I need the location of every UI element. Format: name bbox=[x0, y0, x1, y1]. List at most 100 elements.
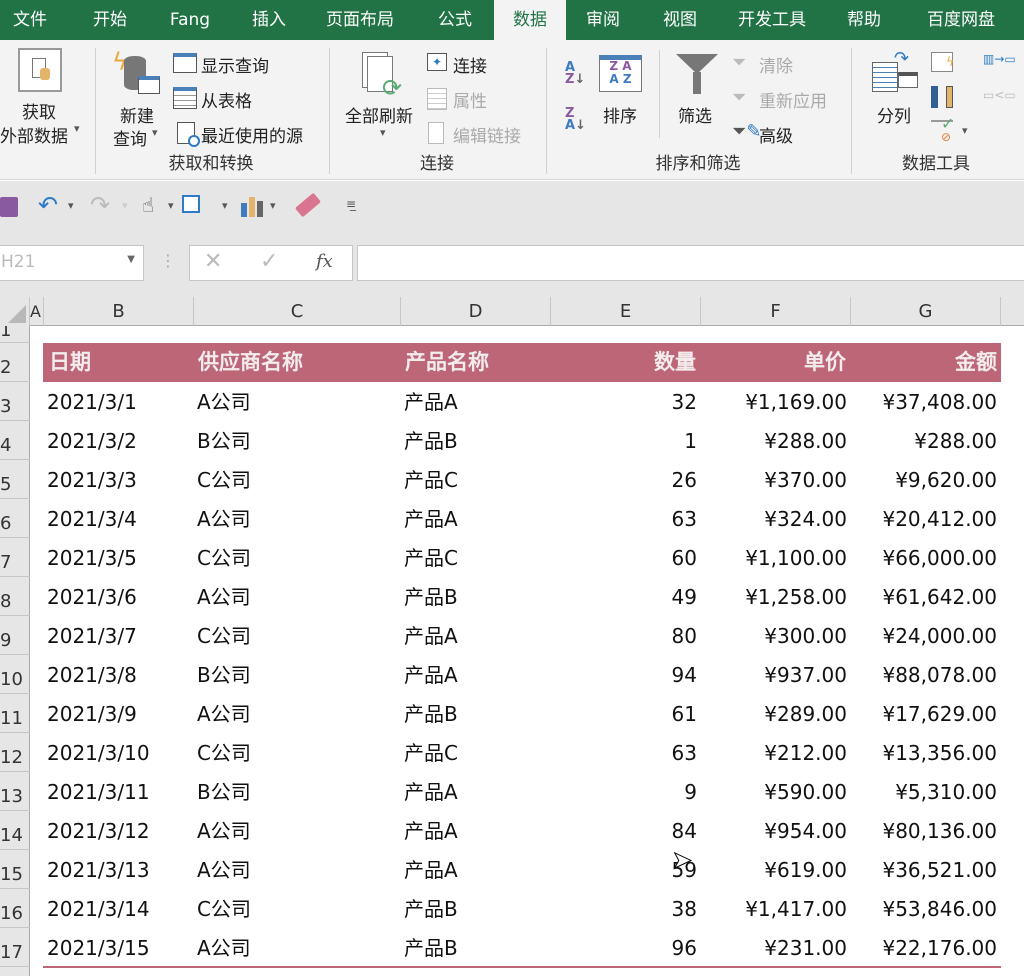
supplier-cell[interactable]: A公司 bbox=[197, 695, 387, 734]
row-header-10[interactable]: 10 bbox=[0, 655, 30, 694]
tab-page-layout[interactable]: 页面布局 bbox=[312, 0, 408, 40]
supplier-cell[interactable]: A公司 bbox=[197, 929, 387, 968]
quantity-cell[interactable]: 80 bbox=[551, 617, 697, 656]
product-cell[interactable]: 产品C bbox=[404, 539, 544, 578]
row-header-2[interactable]: 2 bbox=[0, 343, 30, 382]
quantity-cell[interactable]: 9 bbox=[551, 773, 697, 812]
show-queries-button[interactable]: 显示查询 bbox=[201, 52, 269, 77]
flash-fill-icon[interactable]: ϟ bbox=[931, 52, 954, 72]
undo-icon[interactable]: ↶ bbox=[38, 191, 58, 219]
unit-price-cell[interactable]: ¥1,100.00 bbox=[701, 539, 847, 578]
supplier-cell[interactable]: B公司 bbox=[197, 773, 387, 812]
product-cell[interactable]: 产品A bbox=[404, 617, 544, 656]
tab-review[interactable]: 审阅 bbox=[572, 0, 634, 40]
unit-price-cell[interactable]: ¥954.00 bbox=[701, 812, 847, 851]
row-header-8[interactable]: 8 bbox=[0, 577, 30, 616]
supplier-cell[interactable]: C公司 bbox=[197, 539, 387, 578]
amount-cell[interactable]: ¥9,620.00 bbox=[851, 461, 997, 500]
unit-price-cell[interactable]: ¥324.00 bbox=[701, 500, 847, 539]
reapply-button[interactable]: 重新应用 bbox=[759, 87, 827, 112]
date-cell[interactable]: 2021/3/5 bbox=[47, 539, 187, 578]
date-cell[interactable]: 2021/3/4 bbox=[47, 500, 187, 539]
date-cell[interactable]: 2021/3/10 bbox=[47, 734, 187, 773]
header-supplier[interactable]: 供应商名称 bbox=[198, 343, 303, 382]
supplier-cell[interactable]: B公司 bbox=[197, 656, 387, 695]
quantity-cell[interactable]: 60 bbox=[551, 539, 697, 578]
product-cell[interactable]: 产品B bbox=[404, 578, 544, 617]
chevron-down-icon[interactable]: ▾ bbox=[168, 199, 174, 212]
header-quantity[interactable]: 数量 bbox=[654, 343, 696, 382]
quantity-cell[interactable]: 1 bbox=[551, 422, 697, 461]
product-cell[interactable]: 产品C bbox=[404, 461, 544, 500]
supplier-cell[interactable]: C公司 bbox=[197, 617, 387, 656]
row-header-3[interactable]: 3 bbox=[0, 382, 30, 421]
row-header-4[interactable]: 4 bbox=[0, 421, 30, 460]
get-external-data-label[interactable]: 外部数据 bbox=[0, 122, 68, 147]
sort-ascending-icon[interactable]: A Z↓ bbox=[565, 61, 585, 86]
quantity-cell[interactable]: 61 bbox=[551, 695, 697, 734]
refresh-all-button[interactable]: 全部刷新 bbox=[345, 102, 413, 127]
date-cell[interactable]: 2021/3/8 bbox=[47, 656, 187, 695]
amount-cell[interactable]: ¥61,642.00 bbox=[851, 578, 997, 617]
data-validation-icon[interactable]: ✓ ⊘ bbox=[931, 114, 954, 144]
quantity-cell[interactable]: 32 bbox=[551, 383, 697, 422]
unit-price-cell[interactable]: ¥1,258.00 bbox=[701, 578, 847, 617]
chart-icon[interactable] bbox=[241, 195, 263, 217]
edit-links-button[interactable]: 编辑链接 bbox=[453, 122, 521, 147]
chevron-down-icon[interactable]: ▼ bbox=[127, 254, 135, 265]
touch-mode-icon[interactable]: ☝ bbox=[142, 193, 154, 217]
tab-view[interactable]: 视图 bbox=[648, 0, 712, 40]
date-cell[interactable]: 2021/3/14 bbox=[47, 890, 187, 929]
amount-cell[interactable]: ¥80,136.00 bbox=[851, 812, 997, 851]
insert-function-icon[interactable]: fx bbox=[316, 251, 333, 272]
clear-button[interactable]: 清除 bbox=[759, 52, 793, 77]
amount-cell[interactable]: ¥5,310.00 bbox=[851, 773, 997, 812]
supplier-cell[interactable]: A公司 bbox=[197, 383, 387, 422]
row-header-13[interactable]: 13 bbox=[0, 772, 30, 811]
tab-file[interactable]: 文件 bbox=[0, 0, 60, 40]
connections-button[interactable]: 连接 bbox=[453, 52, 487, 77]
amount-cell[interactable]: ¥13,356.00 bbox=[851, 734, 997, 773]
from-table-button[interactable]: 从表格 bbox=[201, 87, 252, 112]
column-header-d[interactable]: D bbox=[401, 297, 551, 326]
tab-help[interactable]: 帮助 bbox=[834, 0, 894, 40]
chevron-down-icon[interactable]: ▾ bbox=[222, 199, 228, 212]
column-header-c[interactable]: C bbox=[194, 297, 401, 326]
product-cell[interactable]: 产品B bbox=[404, 890, 544, 929]
product-cell[interactable]: 产品B bbox=[404, 929, 544, 968]
tab-formulas[interactable]: 公式 bbox=[420, 0, 490, 40]
supplier-cell[interactable]: A公司 bbox=[197, 578, 387, 617]
row-header-12[interactable]: 12 bbox=[0, 733, 30, 772]
header-unit-price[interactable]: 单价 bbox=[804, 343, 846, 382]
supplier-cell[interactable]: A公司 bbox=[197, 500, 387, 539]
amount-cell[interactable]: ¥17,629.00 bbox=[851, 695, 997, 734]
date-cell[interactable]: 2021/3/13 bbox=[47, 851, 187, 890]
unit-price-cell[interactable]: ¥1,417.00 bbox=[701, 890, 847, 929]
new-query-button[interactable]: 新建 bbox=[120, 102, 154, 127]
unit-price-cell[interactable]: ¥1,169.00 bbox=[701, 383, 847, 422]
quantity-cell[interactable]: 38 bbox=[551, 890, 697, 929]
column-header-b[interactable]: B bbox=[44, 297, 194, 326]
date-cell[interactable]: 2021/3/3 bbox=[47, 461, 187, 500]
remove-duplicates-icon[interactable] bbox=[931, 86, 953, 108]
chevron-down-icon[interactable]: ▾ bbox=[68, 199, 74, 212]
sort-button[interactable]: 排序 bbox=[603, 102, 637, 127]
tab-home[interactable]: 开始 bbox=[80, 0, 140, 40]
quantity-cell[interactable]: 63 bbox=[551, 500, 697, 539]
product-cell[interactable]: 产品A bbox=[404, 812, 544, 851]
consolidate-icon[interactable]: ▥→▭ bbox=[983, 52, 1016, 72]
drag-handle-icon[interactable]: ⋮ bbox=[160, 251, 176, 270]
enter-icon[interactable]: ✓ bbox=[260, 249, 278, 274]
amount-cell[interactable]: ¥24,000.00 bbox=[851, 617, 997, 656]
amount-cell[interactable]: ¥36,521.00 bbox=[851, 851, 997, 890]
advanced-button[interactable]: 高级 bbox=[759, 122, 793, 147]
product-cell[interactable]: 产品A bbox=[404, 851, 544, 890]
quantity-cell[interactable]: 63 bbox=[551, 734, 697, 773]
product-cell[interactable]: 产品A bbox=[404, 500, 544, 539]
unit-price-cell[interactable]: ¥288.00 bbox=[701, 422, 847, 461]
unit-price-cell[interactable]: ¥300.00 bbox=[701, 617, 847, 656]
amount-cell[interactable]: ¥88,078.00 bbox=[851, 656, 997, 695]
supplier-cell[interactable]: C公司 bbox=[197, 890, 387, 929]
product-cell[interactable]: 产品A bbox=[404, 383, 544, 422]
column-header-g[interactable]: G bbox=[851, 297, 1001, 326]
